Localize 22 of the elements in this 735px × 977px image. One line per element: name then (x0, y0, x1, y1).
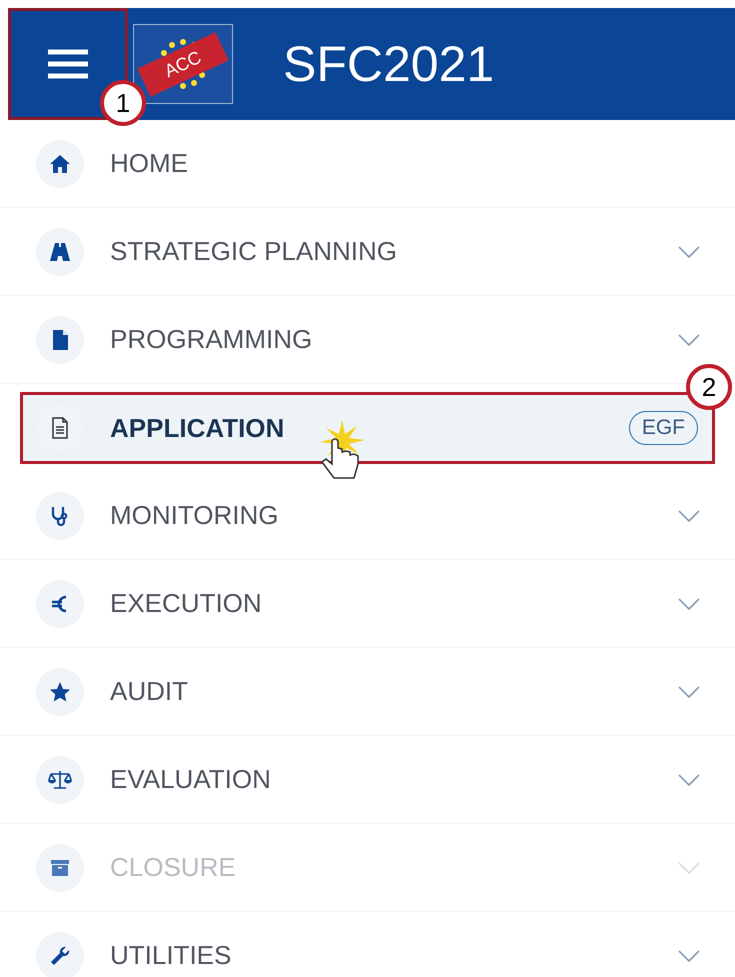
menu-item[interactable]: EVALUATION (0, 744, 735, 816)
menu-label: EXECUTION (110, 587, 262, 620)
menu-item[interactable]: AUDIT (0, 656, 735, 728)
menu-label: EVALUATION (110, 763, 271, 796)
menu-item[interactable]: HOME (0, 128, 735, 200)
menu-label: MONITORING (110, 499, 279, 532)
star-icon (48, 680, 72, 704)
menu-label: UTILITIES (110, 939, 232, 972)
menu-item[interactable]: STRATEGIC PLANNING (0, 216, 735, 288)
menu-label: CLOSURE (110, 851, 236, 884)
menu-label: APPLICATION (110, 412, 284, 444)
menu-label: AUDIT (110, 675, 188, 708)
menu-item[interactable]: MONITORING (0, 480, 735, 552)
app-title: SFC2021 (283, 39, 494, 89)
menu-label: PROGRAMMING (110, 323, 312, 356)
badge: EGF (628, 411, 698, 445)
menu-item[interactable]: EXECUTION (0, 568, 735, 640)
menu-icon (48, 49, 88, 79)
menu-item[interactable]: UTILITIES (0, 920, 735, 977)
callout-number: 2 (686, 364, 732, 410)
menu-label: HOME (110, 147, 188, 180)
menu-label: STRATEGIC PLANNING (110, 235, 398, 268)
